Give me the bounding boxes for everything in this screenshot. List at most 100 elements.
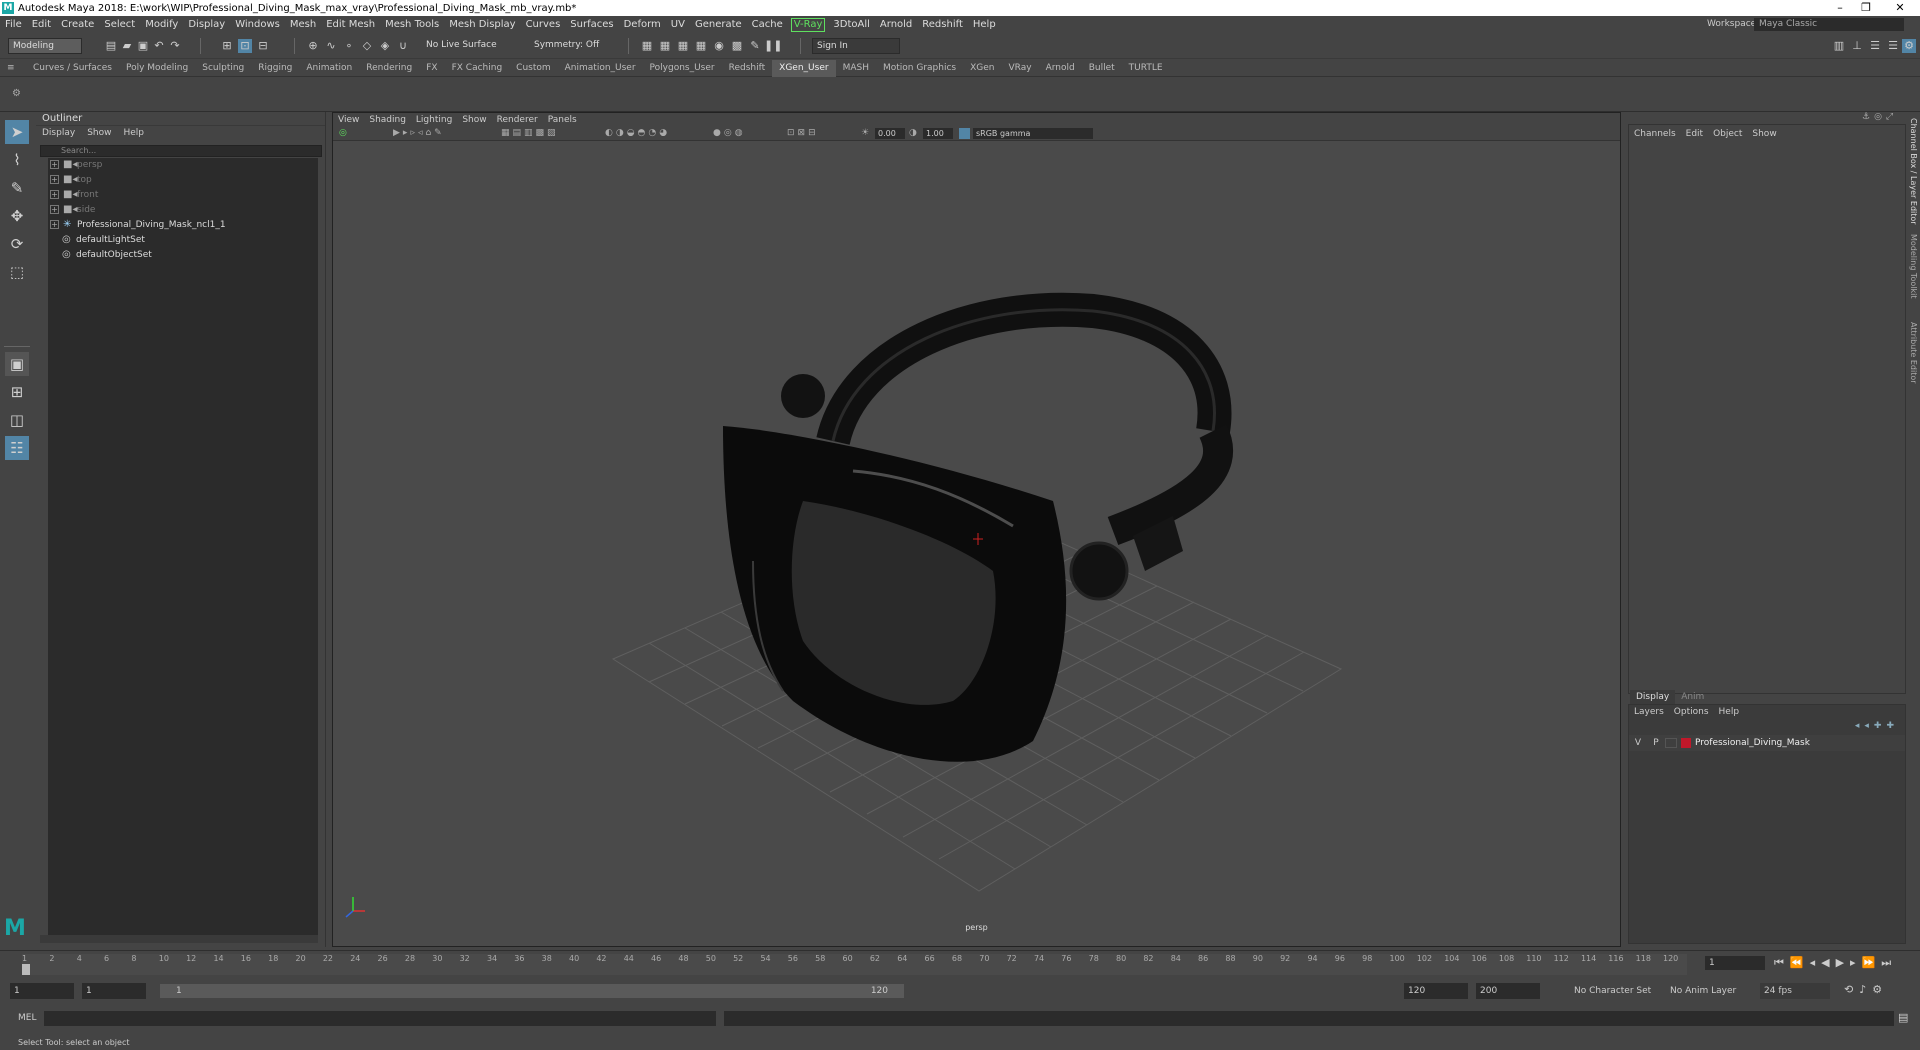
- menu-modify[interactable]: Modify: [140, 16, 183, 33]
- snap-grid-icon[interactable]: ⊕: [306, 39, 320, 53]
- menu-select[interactable]: Select: [99, 16, 140, 33]
- menu-deform[interactable]: Deform: [619, 16, 666, 33]
- shelf-tab-custom[interactable]: Custom: [509, 60, 557, 77]
- undo-icon[interactable]: ↶: [152, 39, 166, 53]
- shelf-tab-fx-caching[interactable]: FX Caching: [445, 60, 510, 77]
- redo-icon[interactable]: ↷: [168, 39, 182, 53]
- viewport-menu-renderer[interactable]: Renderer: [492, 113, 543, 127]
- shelf-tab-curves-surfaces[interactable]: Curves / Surfaces: [26, 60, 119, 77]
- shelf-tab-animation-user[interactable]: Animation_User: [558, 60, 643, 77]
- outliner-horizontal-scrollbar[interactable]: [40, 935, 318, 943]
- select-tool-icon[interactable]: ➤: [5, 120, 29, 144]
- layer-tab-anim[interactable]: Anim: [1675, 690, 1710, 704]
- expand-icon[interactable]: +: [50, 205, 59, 214]
- outliner-layout-icon[interactable]: ☷: [5, 436, 29, 460]
- outliner-item-default-object-set[interactable]: ◎ defaultObjectSet: [62, 248, 152, 262]
- 3d-scene[interactable]: persp: [333, 141, 1620, 946]
- snap-point-icon[interactable]: ∘: [342, 39, 356, 53]
- render-sequence-icon[interactable]: ▦: [658, 39, 672, 53]
- rotate-tool-icon[interactable]: ⟳: [5, 232, 29, 256]
- camera-tools-icons[interactable]: ▶▸▹◃⌂✎: [393, 128, 445, 138]
- shelf-menu-icon[interactable]: ≡: [0, 60, 26, 77]
- symmetry-select[interactable]: Symmetry: Off: [530, 38, 604, 54]
- vray-render-icon[interactable]: ✎: [748, 39, 762, 53]
- menu-display[interactable]: Display: [183, 16, 230, 33]
- layer-row[interactable]: V P Professional_Diving_Mask: [1629, 735, 1905, 751]
- viewport-menu-shading[interactable]: Shading: [364, 113, 411, 127]
- two-pane-layout-icon[interactable]: ◫: [5, 408, 29, 432]
- outliner-item-diving-mask[interactable]: + ✳ Professional_Diving_Mask_ncl1_1: [48, 218, 226, 232]
- expand-icon[interactable]: +: [50, 175, 59, 184]
- menu-mesh-tools[interactable]: Mesh Tools: [380, 16, 444, 33]
- menu-surfaces[interactable]: Surfaces: [565, 16, 618, 33]
- channel-menu-show[interactable]: Show: [1747, 125, 1781, 143]
- menu-vray[interactable]: V-Ray: [790, 17, 826, 32]
- single-pane-layout-icon[interactable]: ▣: [5, 352, 29, 376]
- expand-icon[interactable]: +: [50, 190, 59, 199]
- outliner-item-top[interactable]: + ■◂top: [48, 173, 92, 187]
- menu-set-select[interactable]: Modeling: [8, 38, 82, 54]
- shelf-tab-xgen[interactable]: XGen: [963, 60, 1001, 77]
- shelf-tab-redshift[interactable]: Redshift: [722, 60, 773, 77]
- menu-file[interactable]: File: [0, 16, 27, 33]
- shelf-tab-fx[interactable]: FX: [419, 60, 444, 77]
- attribute-editor-icon[interactable]: ☰: [1868, 39, 1882, 53]
- workspace-select[interactable]: Maya Classic: [1754, 18, 1904, 31]
- animation-end-field[interactable]: 200: [1476, 983, 1540, 999]
- snap-view-icon[interactable]: ◇: [360, 39, 374, 53]
- outliner-search-input[interactable]: Search...: [40, 145, 322, 157]
- command-language-label[interactable]: MEL: [18, 1011, 36, 1026]
- fps-select[interactable]: 24 fps: [1760, 983, 1830, 999]
- select-component-icon[interactable]: ⊟: [256, 39, 270, 53]
- shelf-options-icon[interactable]: ⚙: [12, 88, 21, 99]
- layer-reference-toggle[interactable]: [1665, 738, 1677, 748]
- animation-start-field[interactable]: 1: [10, 983, 74, 999]
- open-scene-icon[interactable]: ▰: [120, 39, 134, 53]
- channel-menu-edit[interactable]: Edit: [1681, 125, 1708, 143]
- grid-resolution-icons[interactable]: ▦▤▥▩▧: [501, 128, 559, 138]
- snap-curve-icon[interactable]: ∿: [324, 39, 338, 53]
- side-tab-channel-box[interactable]: Channel Box / Layer Editor: [1906, 118, 1918, 228]
- script-editor-icon[interactable]: ▤: [1898, 1011, 1908, 1024]
- display-toggle-icons[interactable]: ⊡⊠⊟: [787, 128, 819, 138]
- menu-generate[interactable]: Generate: [690, 16, 747, 33]
- character-set-select[interactable]: No Character Set: [1574, 983, 1651, 999]
- viewport-menu-show[interactable]: Show: [457, 113, 491, 127]
- sign-in-button[interactable]: Sign In: [812, 38, 900, 54]
- shelf-tab-rendering[interactable]: Rendering: [359, 60, 419, 77]
- menu-help[interactable]: Help: [968, 16, 1001, 33]
- layer-tab-display[interactable]: Display: [1630, 690, 1676, 704]
- scale-tool-icon[interactable]: ⬚: [5, 260, 29, 284]
- menu-cache[interactable]: Cache: [747, 16, 788, 33]
- select-object-icon[interactable]: ⊡: [238, 39, 252, 53]
- color-management-icon[interactable]: [959, 128, 970, 139]
- menu-3dtoall[interactable]: 3DtoAll: [828, 16, 875, 33]
- shelf-tab-xgen-user[interactable]: XGen_User: [772, 59, 836, 77]
- layer-color-swatch[interactable]: [1681, 738, 1691, 748]
- shelf-tab-poly-modeling[interactable]: Poly Modeling: [119, 60, 195, 77]
- range-bar[interactable]: 1 120: [160, 984, 904, 998]
- paint-select-icon[interactable]: ✎: [5, 176, 29, 200]
- side-tab-attribute-editor[interactable]: Attribute Editor: [1906, 322, 1918, 402]
- time-slider-track[interactable]: 1 2 4 6 8 10 12 14 16 18 20 22 24 26 28 30 32 34 36 38 40 42 4…: [22, 954, 1687, 975]
- shelf-tab-rigging[interactable]: Rigging: [251, 60, 299, 77]
- playback-controls[interactable]: ⏮⏪◂◀▶▸⏩⏭: [1774, 956, 1897, 970]
- render-frame-icon[interactable]: ▦: [640, 39, 654, 53]
- panel-layout-icon[interactable]: ▥: [1832, 39, 1846, 53]
- render-settings-icon[interactable]: ◉: [712, 39, 726, 53]
- layer-action-icons[interactable]: ◂◂✚✚: [1855, 721, 1899, 731]
- menu-edit[interactable]: Edit: [27, 16, 56, 33]
- shelf-tab-turtle[interactable]: TURTLE: [1122, 60, 1170, 77]
- tool-settings-icon[interactable]: ⊥: [1850, 39, 1864, 53]
- outliner-item-side[interactable]: + ■◂side: [48, 203, 95, 217]
- shelf-tab-bullet[interactable]: Bullet: [1082, 60, 1122, 77]
- close-button[interactable]: ✕: [1880, 0, 1920, 16]
- menu-uv[interactable]: UV: [666, 16, 690, 33]
- expand-icon[interactable]: +: [50, 220, 59, 229]
- move-tool-icon[interactable]: ✥: [5, 204, 29, 228]
- pause-icon[interactable]: ❚❚: [764, 39, 782, 53]
- playback-start-field[interactable]: 1: [82, 983, 146, 999]
- command-input[interactable]: [44, 1011, 716, 1026]
- side-tab-modeling-toolkit[interactable]: Modeling Toolkit: [1906, 234, 1918, 314]
- gamma-field[interactable]: 1.00: [923, 128, 953, 139]
